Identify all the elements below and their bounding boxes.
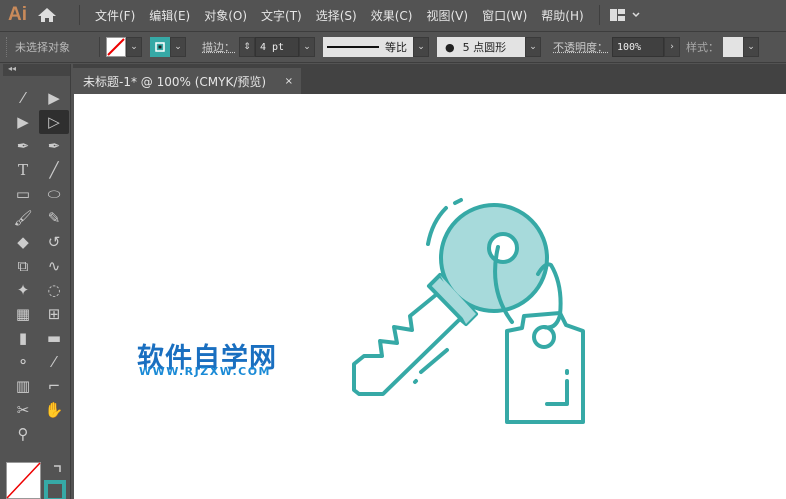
tag-marks bbox=[545, 369, 569, 406]
key-hole bbox=[487, 232, 519, 264]
artboard-canvas[interactable]: 软件自学网 WWW.RJZXW.COM bbox=[74, 94, 786, 499]
tag bbox=[505, 311, 585, 424]
tag-hole bbox=[532, 325, 556, 349]
key-illustration bbox=[352, 198, 585, 424]
